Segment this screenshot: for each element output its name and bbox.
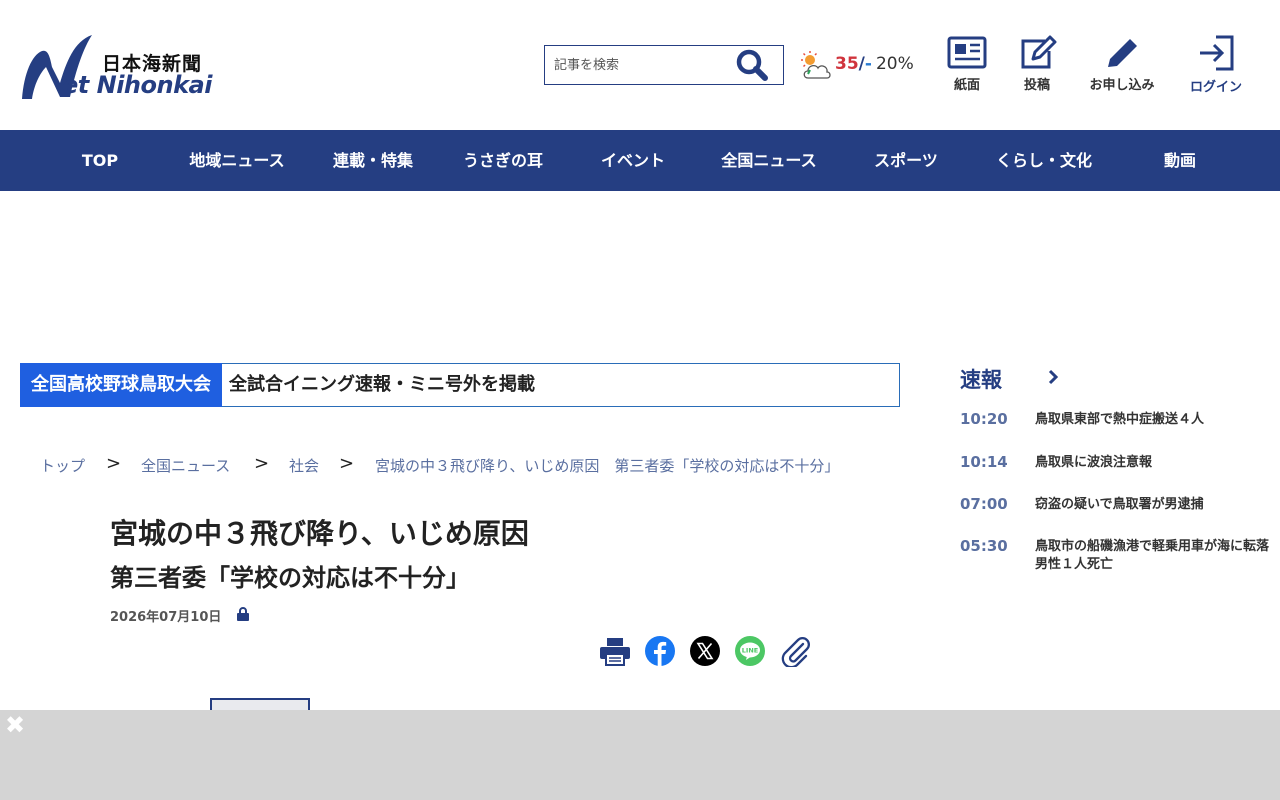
news-time: 10:20 [960,410,1008,428]
breadcrumb-national[interactable]: 全国ニュース [141,455,230,476]
article-title: 宮城の中３飛び降り、いじめ原因 [110,517,529,550]
nav-top[interactable]: TOP [60,130,140,191]
chevron-right-icon[interactable] [1045,368,1061,386]
line-icon[interactable]: LINE [734,635,766,667]
article-subtitle: 第三者委「学校の対応は不十分」 [110,564,470,592]
search-icon [736,49,768,81]
post-label: 投稿 [1023,78,1050,93]
temp-high: 35 [835,54,859,74]
search-button[interactable] [735,48,775,82]
sun-cloud-icon [801,51,831,79]
weather-widget[interactable]: 35/- 20% [800,50,930,82]
news-time: 05:30 [960,537,1008,555]
news-time: 10:14 [960,453,1008,471]
breadcrumb-separator: > [254,453,270,474]
login-label: ログイン [1189,80,1242,95]
member-lock-icon [237,607,249,621]
search-box [544,45,784,85]
breadcrumb-separator: > [339,453,355,474]
close-icon[interactable]: ✖ [4,713,26,737]
nav-national-news[interactable]: 全国ニュース [714,130,824,191]
login-icon [1200,35,1234,71]
nav-usagi[interactable]: うさぎの耳 [448,130,558,191]
rain-chance: 20% [875,54,914,74]
news-title[interactable]: 窃盗の疑いで鳥取署が男逮捕 [1035,496,1270,514]
nav-local-news[interactable]: 地域ニュース [182,130,292,191]
breadcrumb-society[interactable]: 社会 [289,455,319,476]
nav-events[interactable]: イベント [580,130,686,191]
temp-low: - [864,54,872,74]
article-date: 2026年07月10日 [110,610,222,625]
news-title[interactable]: 鳥取県東部で熱中症搬送４人 [1035,411,1270,429]
svg-text:LINE: LINE [742,647,758,655]
pen-icon [1108,39,1137,67]
main-nav: TOP 地域ニュース 連載・特集 うさぎの耳 イベント 全国ニュース スポーツ … [0,130,1280,191]
site-header: 日本海新聞 et Nihonkai 35/-20% [0,0,1280,130]
edit-icon [1021,35,1057,69]
promo-banner[interactable]: 全国高校野球鳥取大会 全試合イニング速報・ミニ号外を掲載 [20,363,900,407]
bottom-ad-overlay: ✖ [0,710,1280,800]
breadcrumb-current: 宮城の中３飛び降り、いじめ原因 第三者委「学校の対応は不十分」 [375,457,840,475]
nav-culture[interactable]: くらし・文化 [982,130,1106,191]
login-button[interactable]: ログイン [1186,35,1246,95]
apply-button[interactable]: お申し込み [1084,35,1160,95]
weather-text: 35/- 20% [835,54,914,74]
breadcrumb-top[interactable]: トップ [40,455,85,476]
news-title[interactable]: 鳥取市の船磯漁港で軽乗用車が海に転落 男性１人死亡 [1035,538,1280,574]
paper-button[interactable]: 紙面 [946,35,988,95]
breadcrumb-separator: > [106,453,122,474]
logo-english: et Nihonkai [62,71,212,99]
x-icon[interactable] [689,635,721,667]
newspaper-icon [947,36,987,69]
nav-series[interactable]: 連載・特集 [318,130,428,191]
news-title[interactable]: 鳥取県に波浪注意報 [1035,454,1270,472]
nav-video[interactable]: 動画 [1140,130,1220,191]
paper-label: 紙面 [953,78,980,93]
news-time: 07:00 [960,495,1008,513]
nav-sports[interactable]: スポーツ [856,130,956,191]
clip-icon[interactable] [779,635,811,667]
banner-tag: 全国高校野球鳥取大会 [20,363,222,407]
search-input[interactable] [545,46,730,84]
breaking-news-heading: 速報 [960,368,1002,392]
facebook-icon[interactable] [644,635,676,667]
print-icon[interactable] [599,635,631,667]
post-button[interactable]: 投稿 [1016,35,1058,95]
apply-label: お申し込み [1089,78,1155,93]
site-logo[interactable]: 日本海新聞 et Nihonkai [20,33,220,103]
banner-text: 全試合イニング速報・ミニ号外を掲載 [229,374,535,395]
